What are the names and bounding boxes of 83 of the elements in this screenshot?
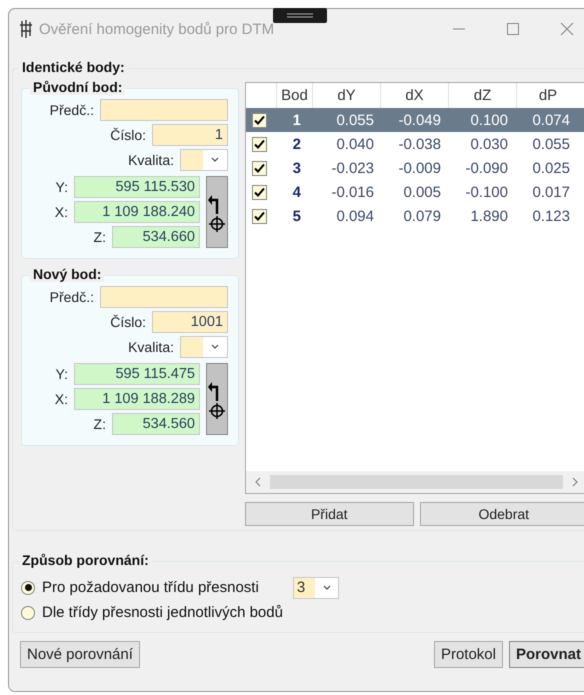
table-cell-text: 0.079: [402, 208, 442, 224]
caret-icon: [211, 344, 219, 350]
table-cell-text: 1: [292, 112, 302, 128]
table-cell-text: 5: [292, 208, 302, 224]
table-cell-text: 0.055: [531, 136, 571, 152]
table-row[interactable]: 4 -0.016 0.005 -0.100 0.017: [246, 180, 584, 204]
table-row[interactable]: 5 0.094 0.079 1.890 0.123: [246, 204, 584, 228]
table-cell-text: 3: [292, 160, 302, 176]
radio-button[interactable]: [21, 606, 35, 620]
table-cell-text: 0.100: [469, 112, 509, 128]
table-cell-text: 0.030: [469, 136, 509, 152]
field-label: X:: [54, 204, 68, 220]
table-cell-text: -0.016: [330, 184, 375, 200]
caret-icon: [211, 157, 219, 163]
coordinate-field[interactable]: 595 115.475: [74, 363, 200, 385]
number-field[interactable]: 1: [152, 124, 228, 146]
coordinate-field[interactable]: 1 109 188.289: [74, 388, 200, 410]
group-title: Způsob porovnání:: [19, 552, 152, 568]
table-cell-text: 2: [292, 136, 302, 152]
field-label: Y:: [56, 179, 68, 195]
table-button[interactable]: Odebrat: [420, 502, 584, 526]
coordinate-field[interactable]: 534.560: [112, 413, 200, 435]
dialog-button[interactable]: Protokol: [434, 641, 503, 668]
table-cell-text: -0.023: [330, 160, 375, 176]
coordinate-field[interactable]: 534.660: [112, 226, 200, 248]
column-header[interactable]: dP: [517, 83, 579, 108]
dialog-button[interactable]: Nové porovnání: [20, 641, 140, 668]
prefix-field[interactable]: [100, 99, 228, 121]
option-label[interactable]: Dle třídy přesnosti jednotlivých bodů: [42, 604, 283, 621]
table-cell-text: 1.890: [469, 208, 509, 224]
table-cell-text: 0.094: [335, 208, 375, 224]
window-title: Ověření homogenity bodů pro DTM: [39, 20, 276, 38]
table-cell-text: 0.040: [335, 136, 375, 152]
field-label: Y:: [56, 366, 68, 382]
table-cell-text: 0.074: [531, 112, 571, 128]
number-field[interactable]: 1001: [152, 311, 228, 333]
table-cell-text: 0.025: [531, 160, 571, 176]
field-label: Kvalita:: [128, 339, 174, 355]
caret-icon: [322, 584, 331, 590]
field-label: Z:: [94, 416, 106, 432]
checkbox[interactable]: [252, 208, 266, 224]
checkbox[interactable]: [252, 184, 266, 200]
table-cell-text: -0.049: [397, 112, 442, 128]
table-cell-text: -0.090: [464, 160, 509, 176]
table-row[interactable]: 1 0.055 -0.049 0.100 0.074: [246, 108, 584, 132]
field-label: Číslo:: [110, 127, 146, 143]
radio-button[interactable]: [21, 580, 35, 594]
field-label: Kvalita:: [128, 152, 174, 168]
horizontal-scrollbar[interactable]: [246, 471, 584, 493]
pick-point-button[interactable]: [206, 176, 228, 248]
table-row[interactable]: 3 -0.023 -0.009 -0.090 0.025: [246, 156, 584, 180]
field-label: X:: [54, 391, 68, 407]
drag-handle-icon[interactable]: [273, 8, 327, 23]
field-label: Z:: [94, 229, 106, 245]
group-title: Identické body:: [19, 59, 128, 75]
table-cell-text: 4: [292, 184, 302, 200]
table-cell-text: 0.005: [402, 184, 442, 200]
coordinate-field[interactable]: 595 115.530: [74, 176, 200, 198]
panel-title: Původní bod:: [30, 79, 126, 95]
prefix-field[interactable]: [100, 286, 228, 308]
pick-point-button[interactable]: [206, 363, 228, 435]
dialog-button[interactable]: Porovnat: [508, 641, 584, 668]
coordinate-field[interactable]: 1 109 188.240: [74, 201, 200, 223]
table-cell-text: 0.055: [335, 112, 375, 128]
checkbox[interactable]: [252, 160, 266, 176]
table-row[interactable]: 2 0.040 -0.038 0.030 0.055: [246, 132, 584, 156]
table-cell-text: -0.100: [464, 184, 509, 200]
field-label: Číslo:: [110, 314, 146, 330]
field-label: Předč.:: [50, 289, 94, 305]
table-cell-text: -0.009: [397, 160, 442, 176]
table-cell-text: 0.123: [531, 208, 571, 224]
scroll-right-icon[interactable]: [571, 477, 579, 487]
scroll-left-icon[interactable]: [254, 477, 262, 487]
checkbox[interactable]: [252, 136, 266, 152]
class-dropdown[interactable]: 3: [292, 576, 339, 598]
panel-title: Nový bod:: [30, 266, 104, 282]
option-label[interactable]: Pro požadovanou třídu přesnosti: [42, 579, 259, 596]
table-cell-text: 0.017: [531, 184, 571, 200]
app-icon: [19, 19, 33, 39]
checkbox[interactable]: [252, 112, 266, 128]
table-button[interactable]: Přidat: [245, 502, 414, 526]
field-label: Předč.:: [50, 102, 94, 118]
table-cell-text: -0.038: [397, 136, 442, 152]
